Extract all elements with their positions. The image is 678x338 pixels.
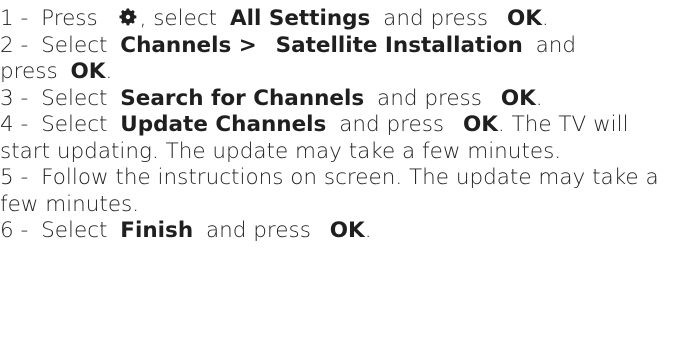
menu-item-satellite-installation: Satellite Installation [275,32,523,58]
key-ok: OK [70,59,106,84]
key-ok: OK [462,112,498,137]
step-2: 2 - Select Channels > Satellite Installa… [0,33,678,86]
step-number: 6 - [0,218,29,243]
step-text: and [535,32,577,58]
gear-icon [119,8,136,26]
menu-item-finish: Finish [120,218,194,243]
step-text: and press [383,6,489,31]
step-number: 2 - [0,32,29,58]
key-ok: OK [500,85,536,111]
step-number: 1 - [0,6,29,31]
step-number: 4 - [0,112,29,137]
step-number: 3 - [0,85,29,111]
step-text: Follow the instructions on screen. The u… [0,165,659,217]
step-text: . [105,59,113,84]
step-text: . [364,218,372,243]
step-1: 1 - Press , select All Settings and pres… [0,6,678,33]
step-text: , select [139,6,218,31]
step-text: Select [41,112,108,137]
step-text: and press [339,112,445,137]
menu-item-update-channels: Update Channels [120,112,327,137]
step-text: and press [377,85,482,111]
step-6: 6 - Select Finish and press OK. [0,218,678,245]
step-number: 5 - [0,165,29,190]
step-text: . [535,85,543,111]
step-text: . [541,6,549,31]
step-text: Press [41,6,98,31]
key-ok: OK [506,6,542,31]
step-text: Select [41,32,108,58]
key-ok: OK [329,218,365,243]
step-text: Select [41,218,108,243]
menu-item-all-settings: All Settings [229,6,371,31]
menu-item-channels: Channels > [120,32,257,58]
step-text: and press [205,218,311,243]
step-3: 3 - Select Search for Channels and press… [0,86,678,113]
instruction-steps: 1 - Press , select All Settings and pres… [0,0,678,245]
step-4: 4 - Select Update Channels and press OK.… [0,112,678,165]
step-text: press [0,59,58,84]
menu-item-search-for-channels: Search for Channels [120,85,365,111]
step-5: 5 - Follow the instructions on screen. T… [0,165,678,218]
step-text: Select [41,85,108,111]
